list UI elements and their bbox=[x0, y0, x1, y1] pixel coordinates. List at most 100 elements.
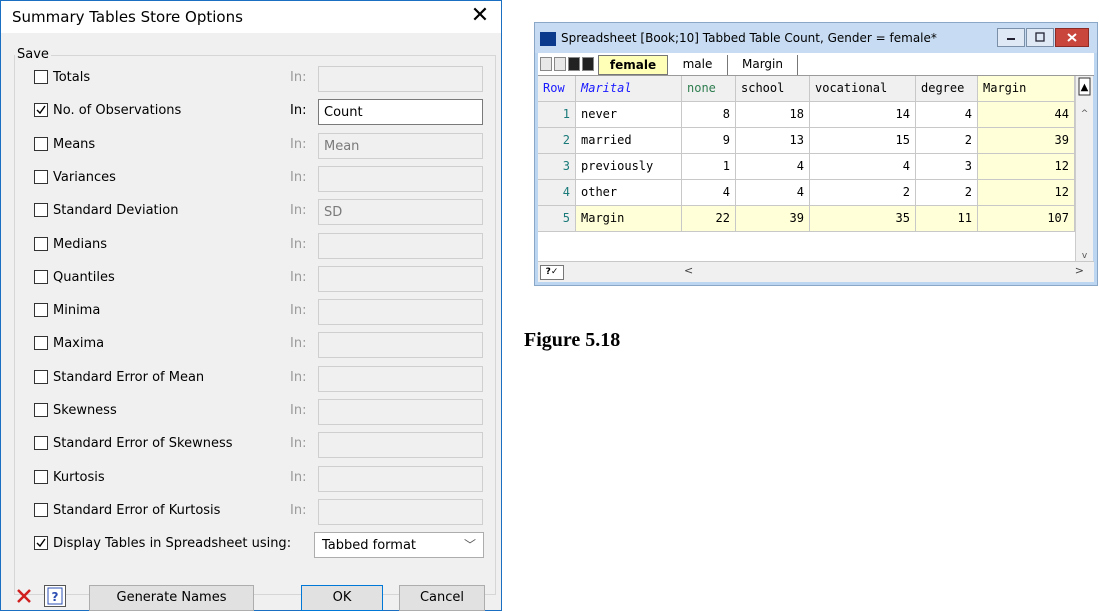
first-tab-icon[interactable] bbox=[540, 57, 552, 71]
column-header[interactable]: Row bbox=[538, 76, 576, 102]
display-tables-checkbox[interactable] bbox=[34, 536, 48, 550]
help-check-icon[interactable]: ?✓ bbox=[540, 265, 564, 280]
table-cell[interactable]: 2 bbox=[916, 180, 978, 206]
save-name-field[interactable] bbox=[318, 66, 483, 92]
column-header[interactable]: Marital bbox=[576, 76, 682, 102]
table-cell[interactable]: other bbox=[576, 180, 682, 206]
column-header[interactable]: Margin bbox=[978, 76, 1075, 102]
option-label: Standard Deviation bbox=[53, 203, 179, 218]
table-cell[interactable]: 39 bbox=[736, 206, 810, 232]
table-cell[interactable]: 4 bbox=[736, 180, 810, 206]
table-cell[interactable]: 4 bbox=[916, 102, 978, 128]
table-cell[interactable]: 12 bbox=[978, 154, 1075, 180]
next-tab-icon[interactable] bbox=[568, 57, 580, 71]
option-checkbox[interactable] bbox=[34, 436, 48, 450]
option-checkbox[interactable] bbox=[34, 470, 48, 484]
table-cell[interactable]: 14 bbox=[810, 102, 916, 128]
format-select[interactable]: Tabbed format ﹀ bbox=[314, 532, 484, 558]
save-name-field[interactable] bbox=[318, 266, 483, 292]
row-number[interactable]: 1 bbox=[538, 102, 576, 128]
option-checkbox[interactable] bbox=[34, 170, 48, 184]
option-checkbox[interactable] bbox=[34, 303, 48, 317]
window-close-icon[interactable] bbox=[1055, 28, 1089, 47]
row-number[interactable]: 5 bbox=[538, 206, 576, 232]
option-row: Medians In: bbox=[1, 233, 501, 259]
option-row: Variances In: bbox=[1, 166, 501, 192]
save-name-field[interactable] bbox=[318, 499, 483, 525]
table-cell[interactable]: 39 bbox=[978, 128, 1075, 154]
minimize-icon[interactable] bbox=[997, 28, 1025, 47]
column-header[interactable]: degree bbox=[916, 76, 978, 102]
table-cell[interactable]: 13 bbox=[736, 128, 810, 154]
column-header[interactable]: school bbox=[736, 76, 810, 102]
save-name-field[interactable] bbox=[318, 366, 483, 392]
save-name-field[interactable] bbox=[318, 166, 483, 192]
table-cell[interactable]: 3 bbox=[916, 154, 978, 180]
table-cell[interactable]: 4 bbox=[682, 180, 736, 206]
vertical-scrollbar[interactable]: ▲ ^ v bbox=[1075, 76, 1093, 261]
option-checkbox[interactable] bbox=[34, 203, 48, 217]
tab-male[interactable]: male bbox=[668, 55, 728, 75]
maximize-icon[interactable] bbox=[1026, 28, 1054, 47]
save-name-field[interactable] bbox=[318, 466, 483, 492]
save-name-field[interactable] bbox=[318, 233, 483, 259]
table-cell[interactable]: 12 bbox=[978, 180, 1075, 206]
table-cell[interactable]: 15 bbox=[810, 128, 916, 154]
table-cell[interactable]: 18 bbox=[736, 102, 810, 128]
option-checkbox[interactable] bbox=[34, 403, 48, 417]
table-cell[interactable]: 44 bbox=[978, 102, 1075, 128]
column-header[interactable]: vocational bbox=[810, 76, 916, 102]
table-cell[interactable]: 8 bbox=[682, 102, 736, 128]
sheet-tabbar: female male Margin bbox=[538, 53, 1094, 76]
cancel-button[interactable]: Cancel bbox=[399, 585, 485, 611]
option-row: Means In: Mean bbox=[1, 133, 501, 159]
option-checkbox[interactable] bbox=[34, 370, 48, 384]
cancel-x-button[interactable] bbox=[13, 585, 35, 607]
in-label: In: bbox=[290, 470, 307, 485]
table-cell[interactable]: married bbox=[576, 128, 682, 154]
horizontal-scrollbar[interactable]: < > bbox=[684, 264, 1084, 279]
option-checkbox[interactable] bbox=[34, 103, 48, 117]
row-number[interactable]: 3 bbox=[538, 154, 576, 180]
scroll-right-icon[interactable]: > bbox=[1075, 264, 1084, 277]
table-cell[interactable]: 2 bbox=[810, 180, 916, 206]
option-checkbox[interactable] bbox=[34, 70, 48, 84]
table-cell[interactable]: 2 bbox=[916, 128, 978, 154]
table-cell[interactable]: 9 bbox=[682, 128, 736, 154]
save-name-field[interactable]: SD bbox=[318, 199, 483, 225]
ok-button[interactable]: OK bbox=[301, 585, 383, 611]
generate-names-button[interactable]: Generate Names bbox=[89, 585, 254, 611]
table-cell[interactable]: never bbox=[576, 102, 682, 128]
option-checkbox[interactable] bbox=[34, 503, 48, 517]
column-header[interactable]: none bbox=[682, 76, 736, 102]
option-checkbox[interactable] bbox=[34, 237, 48, 251]
table-cell[interactable]: 4 bbox=[736, 154, 810, 180]
option-row: Kurtosis In: bbox=[1, 466, 501, 492]
table-cell[interactable]: 1 bbox=[682, 154, 736, 180]
prev-tab-icon[interactable] bbox=[554, 57, 566, 71]
option-checkbox[interactable] bbox=[34, 270, 48, 284]
row-number[interactable]: 4 bbox=[538, 180, 576, 206]
scroll-left-icon[interactable]: < bbox=[684, 264, 693, 277]
save-name-field[interactable] bbox=[318, 299, 483, 325]
tab-female[interactable]: female bbox=[598, 55, 668, 75]
last-tab-icon[interactable] bbox=[582, 57, 594, 71]
table-cell[interactable]: 4 bbox=[810, 154, 916, 180]
save-name-field[interactable]: Mean bbox=[318, 133, 483, 159]
save-name-field[interactable]: Count bbox=[318, 99, 483, 125]
table-cell[interactable]: 107 bbox=[978, 206, 1075, 232]
table-cell[interactable]: 35 bbox=[810, 206, 916, 232]
save-name-field[interactable] bbox=[318, 432, 483, 458]
close-icon[interactable]: ✕ bbox=[467, 3, 493, 29]
table-cell[interactable]: 22 bbox=[682, 206, 736, 232]
help-button[interactable]: ? bbox=[44, 585, 66, 607]
save-name-field[interactable] bbox=[318, 399, 483, 425]
tab-margin[interactable]: Margin bbox=[728, 55, 798, 75]
table-cell[interactable]: Margin bbox=[576, 206, 682, 232]
option-checkbox[interactable] bbox=[34, 137, 48, 151]
option-checkbox[interactable] bbox=[34, 336, 48, 350]
table-cell[interactable]: previously bbox=[576, 154, 682, 180]
row-number[interactable]: 2 bbox=[538, 128, 576, 154]
table-cell[interactable]: 11 bbox=[916, 206, 978, 232]
save-name-field[interactable] bbox=[318, 332, 483, 358]
